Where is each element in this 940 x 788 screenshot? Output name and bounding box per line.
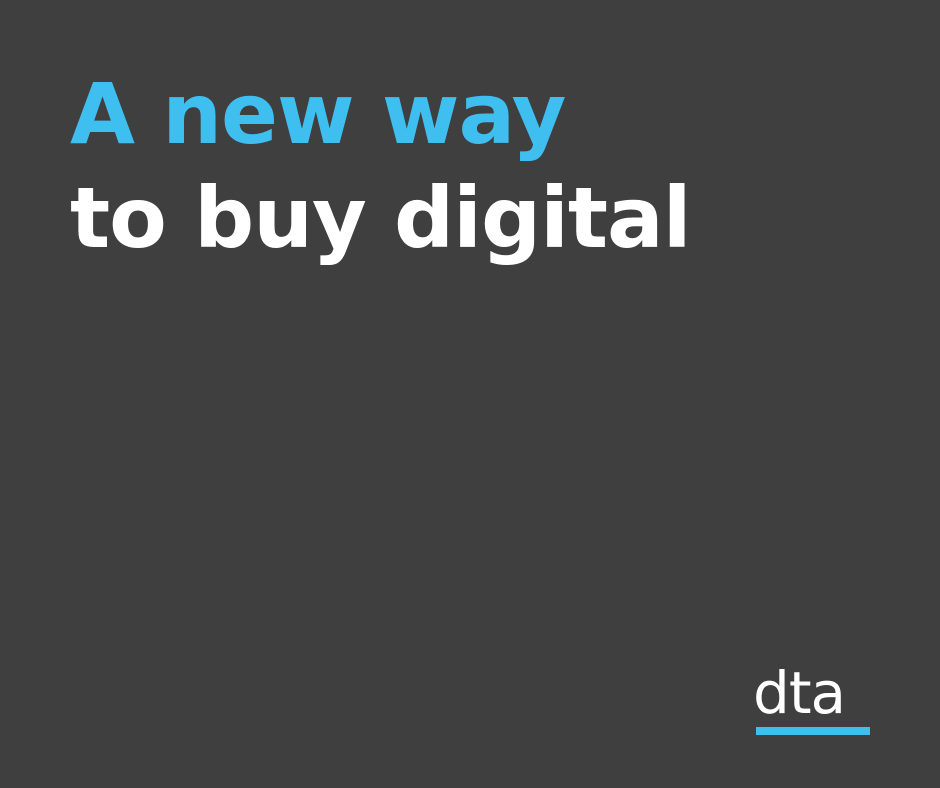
headline-line-2: to buy digital — [70, 169, 692, 267]
dta-logo: dta — [753, 660, 871, 740]
poster: A new way to buy digital dta — [0, 0, 940, 788]
logo-text: dta — [753, 659, 846, 727]
logo-underline — [756, 727, 870, 735]
headline-line-1: A new way — [70, 65, 566, 163]
headline: A new way to buy digital — [70, 62, 692, 270]
